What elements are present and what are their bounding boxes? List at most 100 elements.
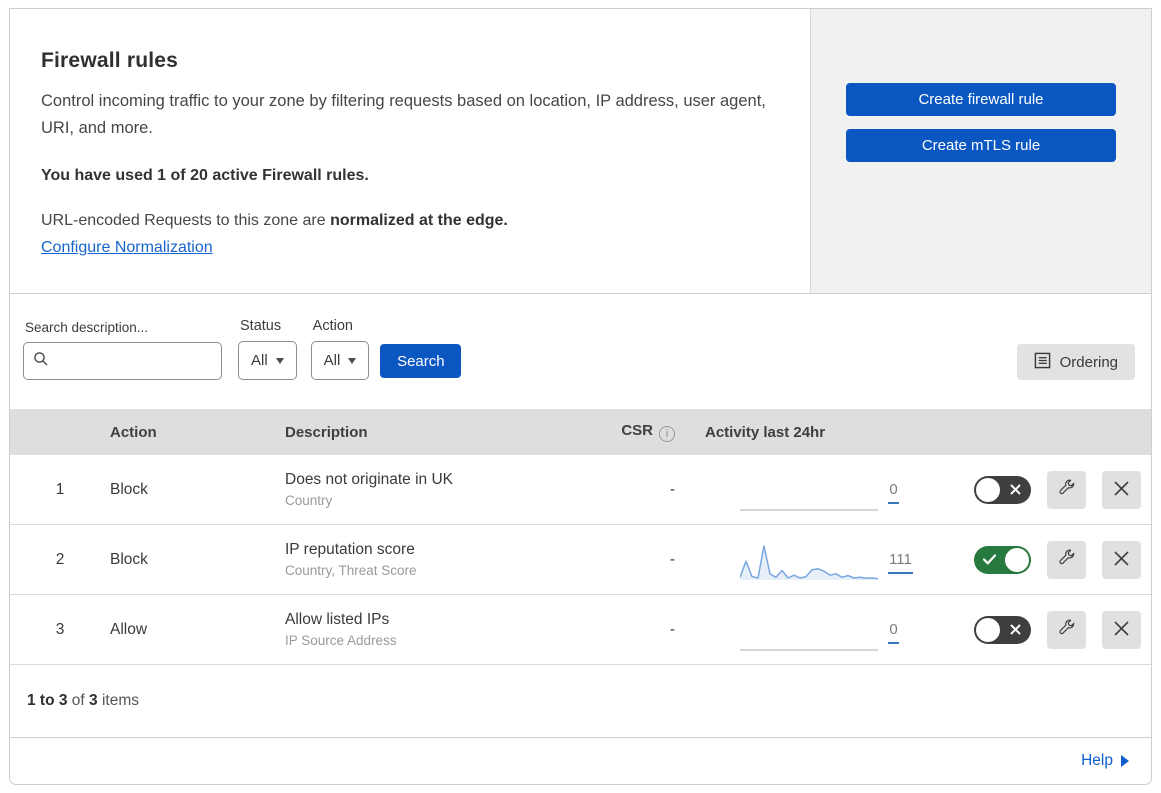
rule-criteria: IP Source Address bbox=[285, 633, 397, 648]
ordering-icon bbox=[1034, 352, 1051, 373]
rule-csr-value: - bbox=[669, 550, 675, 568]
rule-description: Does not originate in UK bbox=[285, 471, 454, 488]
rule-action: Allow bbox=[110, 620, 148, 638]
normalization-note: URL-encoded Requests to this zone are no… bbox=[41, 212, 770, 230]
rule-description: Allow listed IPs bbox=[285, 611, 390, 628]
edit-rule-button[interactable] bbox=[1047, 540, 1086, 579]
chevron-down-icon bbox=[348, 357, 357, 364]
rule-priority: 3 bbox=[55, 620, 65, 638]
activity-sparkline bbox=[740, 612, 878, 658]
delete-rule-button[interactable] bbox=[1102, 470, 1141, 509]
normalization-bold-text: normalized at the edge. bbox=[330, 212, 508, 230]
toggle-knob bbox=[976, 617, 1000, 642]
firewall-rules-page: Firewall rules Control incoming traffic … bbox=[9, 8, 1152, 785]
intro-card: Firewall rules Control incoming traffic … bbox=[10, 9, 810, 293]
help-link[interactable]: Help bbox=[1081, 752, 1129, 770]
rule-criteria: Country, Threat Score bbox=[285, 563, 417, 578]
create-mtls-rule-button[interactable]: Create mTLS rule bbox=[846, 128, 1116, 162]
create-firewall-rule-button[interactable]: Create firewall rule bbox=[846, 82, 1116, 116]
rule-action: Block bbox=[110, 480, 148, 498]
search-input[interactable] bbox=[55, 352, 212, 370]
rule-enabled-toggle[interactable] bbox=[974, 615, 1031, 644]
action-field: Action All bbox=[310, 318, 370, 380]
check-icon bbox=[983, 554, 996, 565]
rule-enabled-toggle[interactable] bbox=[974, 545, 1031, 574]
wrench-icon bbox=[1057, 619, 1076, 641]
column-activity: Activity last 24hr bbox=[705, 423, 826, 441]
rule-priority: 1 bbox=[55, 480, 65, 498]
chevron-down-icon bbox=[275, 357, 284, 364]
action-label: Action bbox=[312, 318, 353, 334]
close-icon bbox=[1113, 550, 1130, 570]
summary-total: 3 bbox=[89, 692, 98, 709]
edit-rule-button[interactable] bbox=[1047, 470, 1086, 509]
close-icon bbox=[1113, 620, 1130, 640]
configure-normalization-link[interactable]: Configure Normalization bbox=[41, 239, 213, 257]
rule-description-cell: Allow listed IPs IP Source Address bbox=[285, 611, 570, 648]
rule-csr-value: - bbox=[669, 480, 675, 498]
action-dropdown-value: All bbox=[323, 352, 341, 369]
page-description: Control incoming traffic to your zone by… bbox=[41, 92, 766, 137]
x-icon bbox=[1010, 624, 1021, 635]
search-label: Search description... bbox=[25, 320, 149, 335]
rule-activity-cell: 0 bbox=[675, 462, 940, 518]
table-row: 1 Block Does not originate in UK Country… bbox=[10, 455, 1151, 525]
delete-rule-button[interactable] bbox=[1102, 540, 1141, 579]
wrench-icon bbox=[1057, 479, 1076, 501]
rule-action: Block bbox=[110, 550, 148, 568]
page-title: Firewall rules bbox=[41, 49, 179, 72]
usage-summary: You have used 1 of 20 active Firewall ru… bbox=[41, 167, 369, 185]
action-dropdown[interactable]: All bbox=[310, 341, 370, 380]
activity-count-link[interactable]: 0 bbox=[888, 621, 899, 644]
activity-count-link[interactable]: 0 bbox=[888, 481, 899, 504]
rule-description-cell: Does not originate in UK Country bbox=[285, 471, 570, 508]
rule-enabled-toggle[interactable] bbox=[974, 475, 1031, 504]
search-icon bbox=[33, 351, 49, 372]
rule-priority: 2 bbox=[55, 550, 65, 568]
column-action: Action bbox=[110, 423, 157, 441]
page-header: Firewall rules Control incoming traffic … bbox=[10, 9, 1151, 294]
table-row: 3 Allow Allow listed IPs IP Source Addre… bbox=[10, 595, 1151, 665]
help-arrow-icon bbox=[1121, 755, 1129, 767]
help-link-label: Help bbox=[1081, 752, 1113, 769]
delete-rule-button[interactable] bbox=[1102, 610, 1141, 649]
ordering-button-label: Ordering bbox=[1059, 353, 1118, 371]
search-field: Search description... bbox=[23, 320, 222, 380]
rule-csr-value: - bbox=[669, 620, 675, 638]
table-row: 2 Block IP reputation score Country, Thr… bbox=[10, 525, 1151, 595]
rule-controls bbox=[940, 540, 1151, 579]
search-button[interactable]: Search bbox=[380, 344, 462, 378]
summary-items: items bbox=[101, 692, 140, 709]
normalization-text: URL-encoded Requests to this zone are bbox=[41, 212, 331, 230]
table-header: Action Description CSR i Activity last 24… bbox=[10, 409, 1151, 455]
table-summary: 1 to 3 of 3 items bbox=[10, 665, 1151, 738]
status-label: Status bbox=[240, 318, 282, 334]
status-field: Status All bbox=[238, 318, 297, 380]
status-dropdown[interactable]: All bbox=[238, 341, 297, 380]
rule-activity-cell: 0 bbox=[675, 602, 940, 658]
summary-of: of bbox=[71, 692, 85, 709]
filter-bar: Search description... Status All Action … bbox=[10, 294, 1151, 409]
status-dropdown-value: All bbox=[251, 352, 268, 369]
close-icon bbox=[1113, 480, 1130, 500]
ordering-button[interactable]: Ordering bbox=[1016, 344, 1135, 380]
rule-description-cell: IP reputation score Country, Threat Scor… bbox=[285, 541, 570, 578]
actions-panel: Create firewall rule Create mTLS rule bbox=[810, 9, 1151, 293]
activity-count-link[interactable]: 111 bbox=[888, 551, 913, 574]
rule-controls bbox=[940, 610, 1151, 649]
activity-sparkline bbox=[740, 472, 878, 518]
help-bar: Help bbox=[10, 738, 1151, 784]
summary-range: 1 to 3 bbox=[27, 692, 68, 709]
edit-rule-button[interactable] bbox=[1047, 610, 1086, 649]
toggle-knob bbox=[976, 477, 1000, 502]
search-box[interactable] bbox=[23, 342, 222, 380]
rule-activity-cell: 111 bbox=[675, 532, 940, 588]
column-csr: CSR i bbox=[570, 422, 675, 442]
rule-controls bbox=[940, 470, 1151, 509]
column-description: Description bbox=[285, 423, 368, 441]
rule-criteria: Country bbox=[285, 493, 333, 508]
rule-description: IP reputation score bbox=[285, 541, 415, 558]
activity-sparkline bbox=[739, 542, 879, 588]
info-icon[interactable]: i bbox=[659, 426, 675, 442]
x-icon bbox=[1010, 484, 1021, 495]
